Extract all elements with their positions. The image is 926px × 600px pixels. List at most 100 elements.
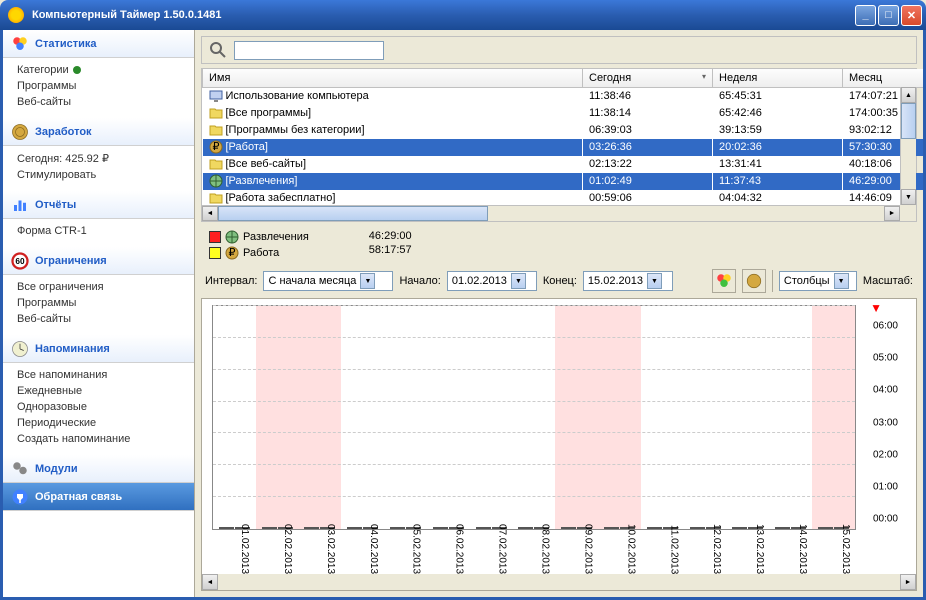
sidebar-item[interactable]: Веб-сайты [17,311,194,327]
x-tick-label: 01.02.2013 [239,524,250,574]
scroll-right-button[interactable]: ► [884,206,900,221]
sort-desc-icon: ▾ [702,72,706,81]
y-tick-label: 02:00 [873,449,898,460]
bar[interactable] [219,527,234,529]
bar[interactable] [604,527,619,529]
hscroll-thumb[interactable] [218,206,488,221]
globe-icon [225,230,239,244]
dropdown-icon: ▼ [834,273,849,289]
chart-coin-button[interactable] [742,269,766,293]
chart-scroll-left-button[interactable]: ◄ [202,574,218,590]
active-dot-icon [73,66,81,74]
sidebar-section-6[interactable]: Обратная связь [3,483,194,511]
search-input[interactable] [234,41,384,60]
minimize-button[interactable]: _ [855,5,876,26]
dropdown-icon: ▼ [647,273,662,289]
table-row[interactable]: [Все веб-сайты]02:13:2213:31:4140:18:06 [203,156,924,173]
table-row[interactable]: ₽[Работа]03:26:3620:02:3657:30:30 [203,139,924,156]
bar[interactable] [732,527,747,529]
chart-color-button[interactable] [712,269,736,293]
close-button[interactable]: ✕ [901,5,922,26]
sidebar-item[interactable]: Периодические [17,415,194,431]
sidebar-item[interactable]: Форма CTR-1 [17,223,194,239]
table-row[interactable]: [Развлечения]01:02:4911:37:4346:29:00 [203,173,924,190]
col-today[interactable]: Сегодня▾ [583,69,713,88]
bar[interactable] [818,527,833,529]
categories-table: Имя Сегодня▾ Неделя Месяц Использование … [201,68,917,222]
sidebar-item[interactable]: Ежедневные [17,383,194,399]
sidebar-item[interactable]: Одноразовые [17,399,194,415]
table-row[interactable]: [Все программы]11:38:1465:42:46174:00:35 [203,105,924,122]
x-tick-label: 14.02.2013 [797,524,808,574]
legend-label: Развлечения [243,231,309,243]
interval-combo[interactable]: С начала месяца ▼ [263,271,393,291]
section-icon [11,123,29,141]
y-tick-label: 01:00 [873,481,898,492]
table-row[interactable]: [Работа забесплатно]00:59:0604:04:3214:4… [203,190,924,207]
bar[interactable] [347,527,362,529]
bar[interactable] [304,527,319,529]
sidebar-item[interactable]: Категории [17,62,194,78]
search-bar [201,36,917,64]
table-row[interactable]: [Программы без категории]06:39:0339:13:5… [203,122,924,139]
chart-scroll-right-button[interactable]: ► [900,574,916,590]
bar[interactable] [775,527,790,529]
x-tick-label: 11.02.2013 [668,525,679,574]
app-icon [8,7,24,23]
vertical-scrollbar[interactable]: ▲ ▼ [900,87,916,205]
col-week[interactable]: Неделя [713,69,843,88]
bar[interactable] [561,527,576,529]
sidebar-section-4[interactable]: Напоминания [3,335,194,363]
end-label: Конец: [543,275,577,287]
section-title: Заработок [35,126,92,138]
sidebar-section-1[interactable]: Заработок [3,118,194,146]
x-tick-label: 05.02.2013 [411,524,422,574]
x-tick-label: 10.02.2013 [625,524,636,574]
bar[interactable] [433,527,448,529]
sidebar-item[interactable]: Программы [17,78,194,94]
view-type-combo[interactable]: Столбцы ▼ [779,271,857,291]
bar[interactable] [690,527,705,529]
scroll-up-button[interactable]: ▲ [901,87,916,103]
horizontal-scrollbar[interactable]: ◄ ► [202,205,900,221]
sidebar-section-5[interactable]: Модули [3,455,194,483]
sidebar-item[interactable]: Сегодня: 425.92 ₽ [17,150,194,167]
start-date-picker[interactable]: 01.02.2013 ▼ [447,271,537,291]
bar[interactable] [390,527,405,529]
sidebar-item[interactable]: Все напоминания [17,367,194,383]
end-date-picker[interactable]: 15.02.2013 ▼ [583,271,673,291]
col-name[interactable]: Имя [203,69,583,88]
section-icon [11,488,29,506]
maximize-button[interactable]: □ [878,5,899,26]
svg-text:₽: ₽ [229,247,236,259]
coin-icon: ₽ [225,246,239,260]
x-tick-label: 04.02.2013 [368,524,379,574]
y-tick-label: 06:00 [873,321,898,332]
sidebar-item[interactable]: Стимулировать [17,167,194,183]
sidebar-section-3[interactable]: 60Ограничения [3,247,194,275]
x-tick-label: 08.02.2013 [540,524,551,574]
bar[interactable] [476,527,491,529]
y-tick-label: 04:00 [873,385,898,396]
sidebar-section-2[interactable]: Отчёты [3,191,194,219]
sidebar-item[interactable]: Все ограничения [17,279,194,295]
x-tick-label: 02.02.2013 [282,524,293,574]
sidebar-item[interactable]: Веб-сайты [17,94,194,110]
bar[interactable] [647,527,662,529]
section-title: Модули [35,463,78,475]
bar[interactable] [262,527,277,529]
chart-legend: Развлечения₽Работа46:29:0058:17:57 [201,226,917,264]
sidebar-item[interactable]: Создать напоминание [17,431,194,447]
sidebar-item[interactable]: Программы [17,295,194,311]
table-row[interactable]: Использование компьютера11:38:4665:45:31… [203,88,924,105]
content-panel: Имя Сегодня▾ Неделя Месяц Использование … [195,30,923,597]
col-month[interactable]: Месяц [843,69,924,88]
sidebar-section-0[interactable]: Статистика [3,30,194,58]
scroll-down-button[interactable]: ▼ [901,189,916,205]
chart-hscrollbar[interactable]: ◄ ► [202,574,916,590]
bar[interactable] [518,527,533,529]
scroll-thumb[interactable] [901,103,916,139]
y-tick-label: 03:00 [873,417,898,428]
svg-text:60: 60 [15,257,25,266]
scroll-left-button[interactable]: ◄ [202,206,218,221]
